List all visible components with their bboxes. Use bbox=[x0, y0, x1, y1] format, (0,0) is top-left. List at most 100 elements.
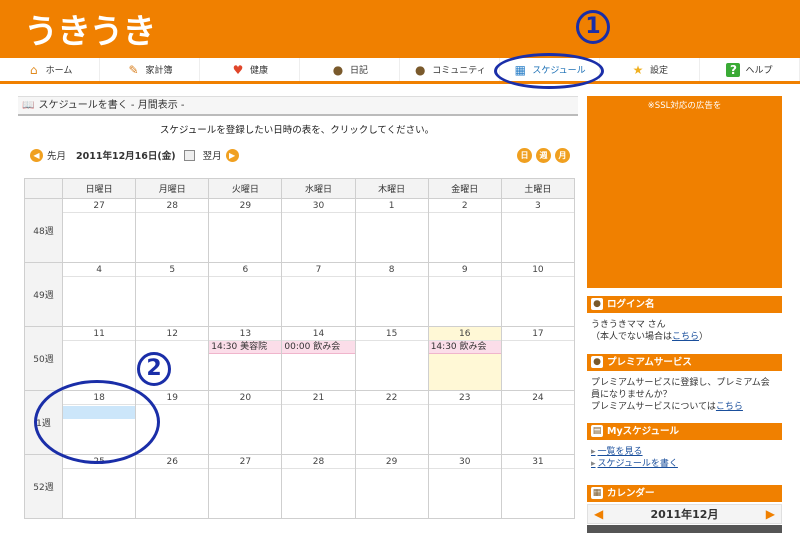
weekday-header: 日曜日 bbox=[61, 178, 137, 199]
month-calendar: 日曜日 月曜日 火曜日 水曜日 木曜日 金曜日 土曜日 48週 27 28 29… bbox=[24, 178, 576, 519]
calendar-day-cell[interactable]: 26 bbox=[135, 454, 210, 519]
calendar-picker-icon[interactable] bbox=[183, 149, 195, 161]
calendar-day-cell[interactable]: 22 bbox=[354, 390, 429, 455]
calendar-day-cell[interactable]: 2 bbox=[427, 198, 502, 263]
calendar-day-cell[interactable]: 29 bbox=[354, 454, 429, 519]
nav-item-label: ホーム bbox=[45, 66, 73, 76]
home-icon: ⌂ bbox=[29, 62, 38, 77]
nav-item-home[interactable]: ⌂ ホーム bbox=[0, 58, 100, 81]
calendar-day-cell[interactable]: 6 bbox=[208, 262, 283, 327]
annotation-number-two: 2 bbox=[137, 352, 171, 386]
nav-item-diary[interactable]: ● 日記 bbox=[300, 58, 400, 81]
calendar-day-cell[interactable]: 29 bbox=[208, 198, 283, 263]
view-month-button[interactable]: 月 bbox=[555, 148, 570, 163]
next-month-arrow-icon[interactable]: ▶ bbox=[225, 148, 239, 162]
calendar-day-cell[interactable]: 14 00:00 飲み会 bbox=[281, 326, 356, 391]
calendar-day-cell[interactable]: 23 bbox=[427, 390, 502, 455]
nav-item-help[interactable]: ? ヘルプ bbox=[700, 58, 800, 81]
calendar-day-cell[interactable]: 21 bbox=[281, 390, 356, 455]
main-nav: ⌂ ホーム ✎ 家計簿 ♥ 健康 ● 日記 ● コミュニティ ▦ スケジュール … bbox=[0, 58, 800, 84]
calendar-day-cell[interactable]: 10 bbox=[500, 262, 576, 327]
write-schedule-link[interactable]: スケジュールを書く bbox=[591, 458, 778, 470]
week-label: 50週 bbox=[24, 326, 63, 391]
calendar-day-cell-selected[interactable]: 18 bbox=[61, 390, 137, 455]
mini-prev-arrow-icon[interactable]: ◀ bbox=[594, 507, 603, 521]
weekday-header: 水曜日 bbox=[281, 178, 356, 199]
view-week-button[interactable]: 週 bbox=[536, 148, 551, 163]
header-bar: うきうき bbox=[0, 0, 800, 58]
instruction-text: スケジュールを登録したい日時の表を、クリックしてください。 bbox=[159, 125, 435, 136]
calendar-day-cell[interactable]: 20 bbox=[208, 390, 283, 455]
calendar-day-cell[interactable]: 24 bbox=[500, 390, 576, 455]
nav-item-settings[interactable]: ★ 設定 bbox=[600, 58, 700, 81]
mini-calendar-weekday-bar bbox=[587, 525, 782, 533]
day-number: 13 bbox=[209, 327, 282, 341]
calendar-day-cell-today[interactable]: 16 14:30 飲み会 bbox=[427, 326, 502, 391]
selected-time-slot[interactable] bbox=[63, 406, 136, 419]
calendar-day-cell[interactable]: 27 bbox=[208, 454, 283, 519]
calendar-day-cell[interactable]: 30 bbox=[427, 454, 502, 519]
view-day-button[interactable]: 日 bbox=[517, 148, 532, 163]
nav-item-community[interactable]: ● コミュニティ bbox=[400, 58, 500, 81]
site-logo[interactable]: うきうき bbox=[24, 4, 156, 53]
calendar-day-cell[interactable]: 27 bbox=[61, 198, 137, 263]
calendar-day-cell[interactable]: 30 bbox=[281, 198, 356, 263]
calendar-day-cell[interactable]: 15 bbox=[354, 326, 429, 391]
calendar-day-cell[interactable]: 3 bbox=[500, 198, 576, 263]
annotation-number-one: 1 bbox=[576, 10, 610, 44]
schedule-event[interactable]: 00:00 飲み会 bbox=[282, 341, 355, 354]
month-navigation: ◀ 先月 2011年12月16日(金) 翌月 ▶ 日 週 月 bbox=[30, 148, 570, 164]
day-number: 15 bbox=[355, 327, 428, 341]
calendar-day-cell[interactable]: 7 bbox=[281, 262, 356, 327]
calendar-day-cell[interactable]: 19 bbox=[135, 390, 210, 455]
weekday-header: 金曜日 bbox=[427, 178, 502, 199]
schedule-event[interactable]: 14:30 飲み会 bbox=[428, 341, 501, 354]
star-icon: ★ bbox=[632, 62, 644, 77]
prev-month-link[interactable]: 先月 bbox=[47, 148, 66, 162]
week-label: 1週 bbox=[24, 390, 63, 455]
mini-next-arrow-icon[interactable]: ▶ bbox=[766, 507, 775, 521]
ad-banner[interactable]: ※SSL対応の広告を bbox=[587, 96, 782, 288]
calendar-day-cell[interactable]: 11 bbox=[61, 326, 137, 391]
weekday-header: 土曜日 bbox=[500, 178, 576, 199]
day-number: 22 bbox=[355, 391, 428, 405]
login-box-header: ● ログイン名 bbox=[587, 296, 782, 313]
premium-box-header: ● プレミアムサービス bbox=[587, 354, 782, 371]
calendar-day-cell[interactable]: 28 bbox=[281, 454, 356, 519]
nav-item-schedule[interactable]: ▦ スケジュール bbox=[500, 58, 600, 81]
calendar-day-cell[interactable]: 28 bbox=[135, 198, 210, 263]
not-you-link[interactable]: こちら bbox=[672, 332, 699, 342]
calendar-day-cell[interactable]: 8 bbox=[354, 262, 429, 327]
calendar-day-cell[interactable]: 17 bbox=[500, 326, 576, 391]
day-number: 4 bbox=[63, 263, 136, 277]
nav-item-label: 家計簿 bbox=[145, 66, 173, 76]
day-number: 30 bbox=[282, 199, 355, 213]
calendar-day-cell[interactable]: 1 bbox=[354, 198, 429, 263]
calendar-icon: ▦ bbox=[591, 487, 603, 499]
book-icon: 📖 bbox=[22, 100, 35, 111]
calendar-day-cell[interactable]: 9 bbox=[427, 262, 502, 327]
my-schedule-box-body: 一覧を見る スケジュールを書く bbox=[587, 443, 782, 473]
calendar-day-cell[interactable]: 5 bbox=[135, 262, 210, 327]
premium-info-link[interactable]: こちら bbox=[716, 402, 743, 412]
schedule-list-link[interactable]: 一覧を見る bbox=[591, 446, 778, 458]
week-label: 52週 bbox=[24, 454, 63, 519]
pencil-icon: ✎ bbox=[128, 62, 139, 77]
nav-item-label: スケジュール bbox=[532, 66, 586, 76]
calendar-day-cell[interactable]: 13 14:30 美容院 bbox=[208, 326, 283, 391]
calendar-day-cell[interactable]: 31 bbox=[500, 454, 576, 519]
schedule-event[interactable]: 14:30 美容院 bbox=[209, 341, 282, 354]
day-number: 2 bbox=[428, 199, 501, 213]
premium-info-prefix: プレミアムサービスについては bbox=[591, 402, 716, 412]
next-month-link[interactable]: 翌月 bbox=[203, 148, 222, 162]
day-number: 26 bbox=[136, 455, 209, 469]
calendar-day-cell[interactable]: 25 bbox=[61, 454, 137, 519]
nav-item-health[interactable]: ♥ 健康 bbox=[200, 58, 300, 81]
calendar-day-cell[interactable]: 4 bbox=[61, 262, 137, 327]
nav-item-label: 健康 bbox=[249, 66, 268, 76]
prev-month-arrow-icon[interactable]: ◀ bbox=[30, 148, 43, 162]
nav-item-kakeibo[interactable]: ✎ 家計簿 bbox=[100, 58, 200, 81]
day-number: 17 bbox=[501, 327, 574, 341]
heart-icon: ♥ bbox=[232, 62, 244, 77]
day-number: 24 bbox=[501, 391, 574, 405]
